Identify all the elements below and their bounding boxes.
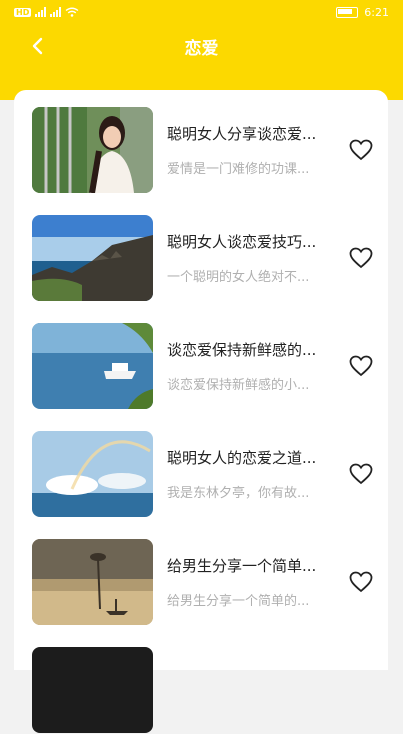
article-list: 聪明女人分享谈恋爱... 爱情是一门难修的功课... 聪明女人谈恋爱技巧... … — [14, 90, 388, 733]
chevron-left-icon — [32, 37, 43, 55]
article-text: 聪明女人的恋爱之道... 我是东林夕亭，你有故... — [167, 447, 339, 501]
status-right: 6:21 — [336, 6, 389, 19]
article-text: 谈恋爱保持新鲜感的... 谈恋爱保持新鲜感的小... — [167, 339, 339, 393]
article-thumbnail — [32, 215, 153, 301]
title-bar: 恋爱 — [0, 24, 403, 68]
favorite-button[interactable] — [347, 136, 375, 164]
favorite-button[interactable] — [347, 460, 375, 488]
favorite-button[interactable] — [347, 244, 375, 272]
list-item[interactable]: 聪明女人的恋爱之道... 我是东林夕亭，你有故... — [32, 430, 378, 518]
battery-icon — [336, 6, 359, 18]
article-subtitle: 给男生分享一个简单的... — [167, 594, 310, 609]
article-title: 给男生分享一个简单... — [167, 557, 317, 575]
signal-icon — [35, 7, 47, 17]
article-thumbnail — [32, 107, 153, 193]
article-thumbnail — [32, 323, 153, 409]
back-button[interactable] — [24, 32, 52, 60]
article-subtitle: 我是东林夕亭，你有故... — [167, 486, 310, 501]
signal-icon-2 — [50, 7, 62, 17]
list-item[interactable]: 聪明女人谈恋爱技巧... 一个聪明的女人绝对不... — [32, 214, 378, 302]
heart-icon — [349, 355, 373, 377]
article-thumbnail — [32, 431, 153, 517]
article-title: 聪明女人谈恋爱技巧... — [167, 233, 317, 251]
status-bar: HD 6:21 — [0, 0, 403, 24]
heart-icon — [349, 463, 373, 485]
article-title: 聪明女人的恋爱之道... — [167, 449, 317, 467]
list-item[interactable]: 谈恋爱保持新鲜感的... 谈恋爱保持新鲜感的小... — [32, 322, 378, 410]
list-item[interactable]: 聪明女人分享谈恋爱... 爱情是一门难修的功课... — [32, 106, 378, 194]
article-subtitle: 一个聪明的女人绝对不... — [167, 270, 310, 285]
article-title: 谈恋爱保持新鲜感的... — [167, 341, 317, 359]
article-thumbnail — [32, 539, 153, 625]
article-text: 聪明女人谈恋爱技巧... 一个聪明的女人绝对不... — [167, 231, 339, 285]
list-item[interactable]: 给男生分享一个简单... 给男生分享一个简单的... — [32, 538, 378, 626]
article-subtitle: 谈恋爱保持新鲜感的小... — [167, 378, 310, 393]
favorite-button[interactable] — [347, 568, 375, 596]
article-subtitle: 爱情是一门难修的功课... — [167, 162, 310, 177]
favorite-button[interactable] — [347, 352, 375, 380]
article-text: 给男生分享一个简单... 给男生分享一个简单的... — [167, 555, 339, 609]
page-title: 恋爱 — [184, 38, 219, 59]
status-left: HD — [14, 7, 79, 17]
heart-icon — [349, 571, 373, 593]
hd-badge: HD — [14, 7, 32, 17]
heart-icon — [349, 139, 373, 161]
list-item[interactable] — [32, 646, 378, 734]
article-text: 聪明女人分享谈恋爱... 爱情是一门难修的功课... — [167, 123, 339, 177]
article-title: 聪明女人分享谈恋爱... — [167, 125, 317, 143]
heart-icon — [349, 247, 373, 269]
status-time: 6:21 — [364, 5, 389, 19]
wifi-icon — [65, 7, 79, 17]
